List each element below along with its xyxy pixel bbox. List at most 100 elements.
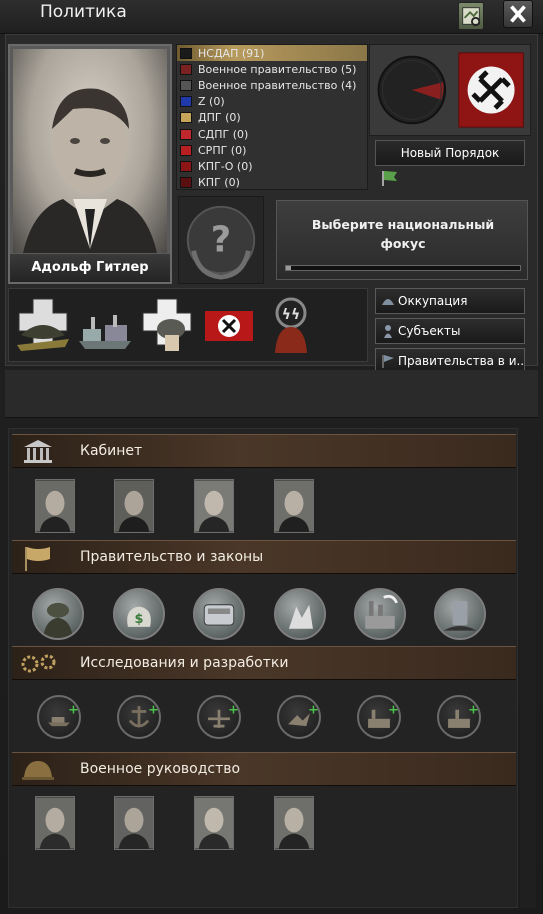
law-conscription-icon[interactable]: [32, 588, 84, 640]
designer-tank-slot[interactable]: +: [37, 695, 81, 739]
party-popularity-list: НСДАП (91) Военное правительство (5) Вое…: [176, 44, 368, 190]
law-economy-icon[interactable]: [193, 588, 245, 640]
cabinet-advisor-slot[interactable]: [35, 479, 75, 533]
occupation-label: Оккупация: [398, 294, 468, 308]
exile-flag-icon: [382, 355, 394, 368]
law-trade-icon[interactable]: $: [113, 588, 165, 640]
spirit-party-flag-icon[interactable]: [199, 295, 259, 357]
focus-emblem-icon[interactable]: ?: [178, 196, 264, 284]
party-row[interactable]: СДПГ (0): [177, 126, 367, 142]
svg-text:+: +: [68, 701, 79, 716]
politics-window: Политика Адольф Гитлер НСДАП (91) Военно: [0, 0, 543, 914]
party-color-swatch: [180, 79, 192, 91]
pawn-icon: [384, 325, 392, 338]
swastika-emblem-icon: [458, 52, 524, 128]
spirit-navy-icon[interactable]: [75, 295, 135, 357]
party-label: КПГ (0): [198, 176, 240, 190]
party-label: Военное правительство (4): [198, 78, 357, 92]
subjects-button[interactable]: Субъекты: [375, 318, 525, 344]
party-row[interactable]: ДПГ (0): [177, 110, 367, 126]
svg-text:+: +: [388, 701, 399, 716]
svg-text:+: +: [228, 701, 239, 716]
national-focus-button[interactable]: Выберите национальный фокус: [276, 200, 528, 280]
designer-industry-slot[interactable]: +: [357, 695, 401, 739]
gears-icon: [21, 654, 56, 673]
party-label: КПГ-О (0): [198, 159, 253, 173]
subjects-label: Субъекты: [398, 324, 461, 338]
svg-text:+: +: [148, 701, 159, 716]
section-header-research: Исследования и разработки: [12, 646, 516, 680]
party-color-swatch: [180, 177, 192, 189]
pillars-icon: [24, 440, 52, 463]
svg-text:+: +: [468, 701, 479, 716]
close-button[interactable]: [503, 0, 533, 28]
section-header-government-laws: Правительство и законы: [12, 540, 516, 574]
party-color-swatch: [180, 96, 192, 108]
party-row[interactable]: КПГ-О (0): [177, 158, 367, 174]
governments-label: Правительства в и...: [398, 354, 525, 368]
section-title: Военное руководство: [80, 761, 241, 777]
party-label: СДПГ (0): [198, 127, 249, 141]
party-color-swatch: [180, 63, 192, 75]
window-title: Политика: [40, 2, 127, 22]
party-label: СРПГ (0): [198, 143, 247, 157]
party-color-swatch: [180, 160, 192, 172]
svg-text:$: $: [135, 612, 144, 627]
scrollbar[interactable]: [520, 428, 536, 908]
focus-prompt: Выберите национальный фокус: [311, 217, 495, 251]
ideology-overview: [369, 44, 531, 136]
spirit-army-icon[interactable]: [137, 295, 197, 357]
subideology-flag-icon: [382, 171, 397, 186]
designer-naval-slot[interactable]: +: [117, 695, 161, 739]
party-label: Военное правительство (5): [198, 62, 357, 76]
svg-text:?: ?: [211, 220, 231, 261]
party-color-swatch: [180, 112, 192, 124]
party-color-swatch: [180, 144, 192, 156]
law-industry-icon[interactable]: [354, 588, 406, 640]
flag-icon: [25, 547, 50, 571]
party-row[interactable]: Военное правительство (5): [177, 61, 367, 77]
svg-text:+: +: [308, 701, 319, 716]
spirit-officer-corps-icon[interactable]: [13, 295, 73, 357]
section-header-military: Военное руководство: [12, 752, 516, 786]
focus-progress-bar: [285, 265, 521, 271]
high-command-slot[interactable]: [194, 796, 234, 850]
cabinet-advisor-slot[interactable]: [194, 479, 234, 533]
law-mobilization-icon[interactable]: [274, 588, 326, 640]
leader-portrait-frame[interactable]: Адольф Гитлер: [8, 44, 172, 284]
section-title: Кабинет: [80, 443, 143, 459]
law-resources-icon[interactable]: [434, 588, 486, 640]
high-command-slot[interactable]: [114, 796, 154, 850]
map-icon[interactable]: [458, 2, 484, 30]
designer-aircraft-slot[interactable]: +: [197, 695, 241, 739]
party-color-swatch: [180, 47, 192, 59]
ideology-label[interactable]: Новый Порядок: [375, 140, 525, 166]
designer-materiel-slot[interactable]: +: [277, 695, 321, 739]
party-row[interactable]: Военное правительство (4): [177, 77, 367, 93]
high-command-slot[interactable]: [35, 796, 75, 850]
separator-strip: [5, 370, 538, 418]
section-header-cabinet: Кабинет: [12, 434, 516, 468]
cabinet-advisor-slot[interactable]: [274, 479, 314, 533]
svg-text:ϟϟ: ϟϟ: [282, 307, 300, 323]
party-row[interactable]: НСДАП (91): [177, 45, 367, 62]
party-color-swatch: [180, 128, 192, 140]
party-label: Z (0): [198, 95, 225, 109]
designer-industry-slot-2[interactable]: +: [437, 695, 481, 739]
focus-progress-fill: [286, 266, 291, 270]
title-bar: Политика: [0, 0, 543, 34]
occupation-button[interactable]: Оккупация: [375, 288, 525, 314]
leader-portrait: [13, 49, 167, 253]
party-row[interactable]: КПГ (0): [177, 175, 367, 191]
popularity-pie-chart[interactable]: [377, 55, 447, 125]
helmet-icon: [22, 761, 54, 780]
close-icon: [510, 5, 526, 23]
party-label: НСДАП (91): [198, 46, 265, 60]
cabinet-advisor-slot[interactable]: [114, 479, 154, 533]
occupation-icon: [382, 299, 394, 305]
party-row[interactable]: Z (0): [177, 94, 367, 110]
spirit-ss-icon[interactable]: ϟϟ: [261, 295, 321, 357]
party-row[interactable]: СРПГ (0): [177, 142, 367, 158]
high-command-slot[interactable]: [274, 796, 314, 850]
section-title: Исследования и разработки: [80, 655, 289, 671]
